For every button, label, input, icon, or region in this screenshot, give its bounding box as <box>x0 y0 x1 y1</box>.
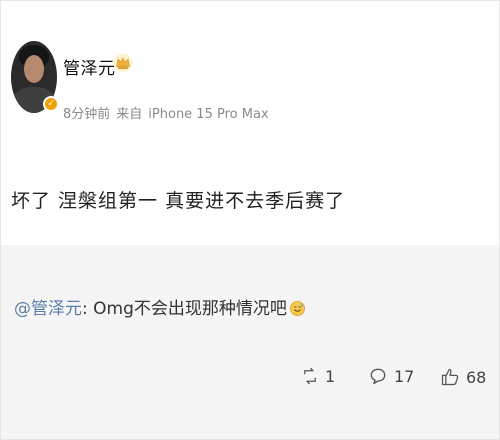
forward-block: @管泽元: Omg不会出现那种情况吧 1 17 68 <box>1 245 499 439</box>
comment-count: 17 <box>394 366 415 386</box>
crown-icon <box>113 53 133 73</box>
original-post: ✓ 管泽元 8分钟前 来自 iPhone 15 Pro Max 坏了 涅槃组第一 真… <box>1 1 499 245</box>
source-device[interactable]: iPhone 15 Pro Max <box>148 107 268 122</box>
like-count: 68 <box>466 367 487 387</box>
sweat-smile-emoji-icon <box>289 301 305 316</box>
post-meta: 8分钟前 来自 iPhone 15 Pro Max <box>63 103 275 122</box>
source-prefix: 来自 <box>116 107 143 122</box>
user-avatar[interactable]: ✓ <box>11 41 59 113</box>
verified-badge-icon: ✓ <box>43 96 59 112</box>
avatar-face <box>24 55 44 83</box>
repost-icon <box>304 367 316 385</box>
mention-link[interactable]: @管泽元 <box>14 299 82 319</box>
repost-count: 1 <box>325 366 336 386</box>
comment-button[interactable]: 17 <box>368 366 414 386</box>
weibo-post-card: ✓ 管泽元 8分钟前 来自 iPhone 15 Pro Max 坏了 涅槃组第一 真… <box>0 0 500 440</box>
like-button[interactable]: 68 <box>440 366 486 388</box>
post-content: 坏了 涅槃组第一 真要进不去季后赛了 <box>11 190 346 212</box>
action-bar: 1 17 68 <box>1 366 499 400</box>
username[interactable]: 管泽元 <box>63 54 116 79</box>
comment-icon <box>370 368 386 385</box>
post-time[interactable]: 8分钟前 <box>63 107 110 122</box>
retweet-text: @管泽元: Omg不会出现那种情况吧 <box>14 294 306 319</box>
forward-text: Omg不会出现那种情况吧 <box>87 299 287 319</box>
thumbs-up-icon <box>441 368 459 386</box>
repost-button[interactable]: 1 <box>301 366 335 386</box>
